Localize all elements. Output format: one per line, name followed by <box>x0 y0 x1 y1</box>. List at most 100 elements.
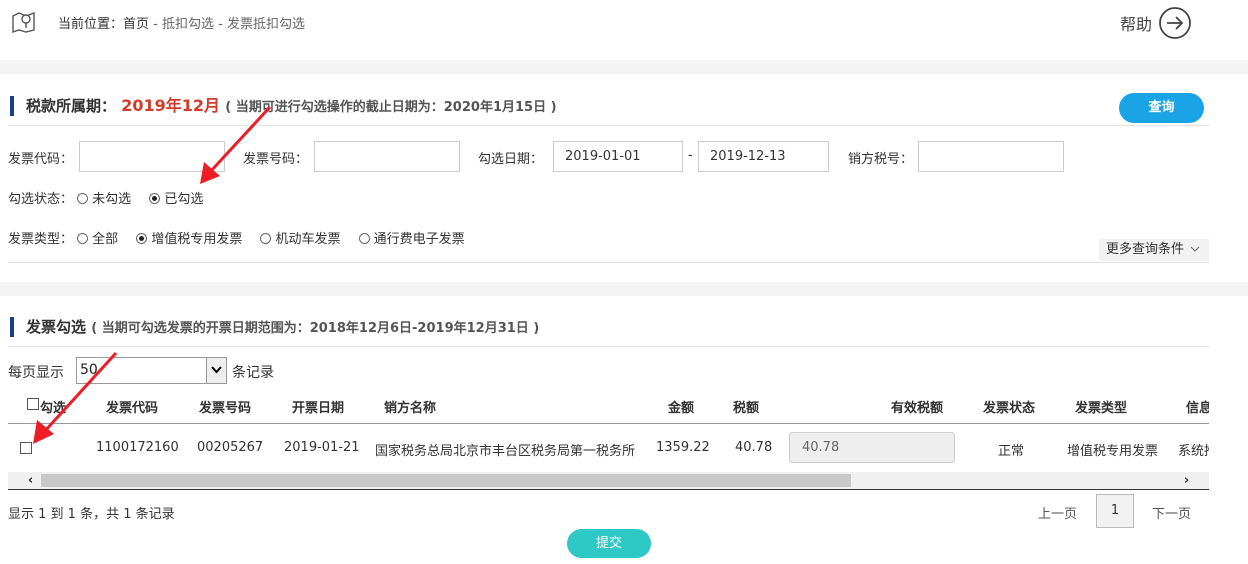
type-option-all[interactable]: 全部 <box>77 228 118 247</box>
column-header-tax: 税额 <box>733 401 760 416</box>
cell-invoice-code: 1100172160 <box>96 440 179 455</box>
next-page-button[interactable]: 下一页 <box>1152 503 1191 522</box>
invoice-type-row: 发票类型： 全部 增值税专用发票 机动车发票 通行费电子发票 <box>8 228 479 247</box>
section-gap <box>0 282 1248 296</box>
radio-icon <box>77 233 89 244</box>
select-all-checkbox[interactable] <box>27 398 39 410</box>
select-date-label: 勾选日期： <box>478 152 544 167</box>
records-summary: 显示 1 到 1 条，共 1 条记录 <box>8 507 175 522</box>
more-conditions-label: 更多查询条件 <box>1106 242 1185 257</box>
breadcrumb-prefix: 当前位置： <box>58 17 124 32</box>
breadcrumb-separator: - <box>149 17 162 32</box>
cell-invoice-type: 增值税专用发票 <box>1067 444 1159 459</box>
column-header-seller-name: 销方名称 <box>384 401 437 416</box>
type-option-vat-special[interactable]: 增值税专用发票 <box>136 228 242 247</box>
radio-icon <box>77 193 89 204</box>
status-option-unselected[interactable]: 未勾选 <box>77 188 131 207</box>
chevron-down-icon <box>211 366 222 374</box>
breadcrumb-current: 发票抵扣勾选 <box>226 17 305 32</box>
column-header-amount: 金额 <box>668 401 695 416</box>
horizontal-scrollbar[interactable]: ‹ › <box>8 472 1209 489</box>
select-status-label: 勾选状态： <box>8 192 74 207</box>
row-checkbox[interactable] <box>20 442 32 454</box>
table-bottom-border <box>8 489 1209 490</box>
status-option-selected[interactable]: 已勾选 <box>149 188 203 207</box>
scrollbar-thumb[interactable] <box>41 474 851 487</box>
page-size-suffix: 条记录 <box>232 365 274 381</box>
date-range-separator: - <box>688 148 693 163</box>
column-header-invoice-code: 发票代码 <box>106 401 159 416</box>
date-from-input[interactable]: 2019-01-01 <box>553 141 683 172</box>
invoice-code-input[interactable] <box>79 141 225 172</box>
column-header-issue-date: 开票日期 <box>292 401 345 416</box>
radio-label: 全部 <box>92 232 119 247</box>
breadcrumb-separator: - <box>214 17 227 32</box>
cell-seller-name: 国家税务总局北京市丰台区税务局第一税务所 <box>375 444 636 459</box>
breadcrumb-home[interactable]: 首页 <box>123 17 149 32</box>
radio-label: 已勾选 <box>164 192 204 207</box>
divider <box>8 262 1209 263</box>
column-header-invoice-number: 发票号码 <box>199 401 252 416</box>
submit-button[interactable]: 提交 <box>567 529 651 558</box>
column-header-select: 勾选 <box>40 401 67 416</box>
top-bar: 当前位置：首页 - 抵扣勾选 - 发票抵扣勾选 帮助 <box>0 0 1248 60</box>
cell-issue-date: 2019-01-21 <box>284 440 360 455</box>
help-link[interactable]: 帮助 <box>1120 6 1192 40</box>
page-size-value: 50 <box>80 362 98 378</box>
invoice-code-label: 发票代码： <box>8 152 74 167</box>
radio-checked-icon <box>136 233 148 244</box>
seller-tax-number-input[interactable] <box>918 141 1064 172</box>
seller-tax-number-label: 销方税号： <box>848 152 914 167</box>
radio-label: 机动车发票 <box>275 232 341 247</box>
map-pin-icon <box>12 11 35 33</box>
radio-icon <box>358 233 370 244</box>
radio-label: 未勾选 <box>92 192 132 207</box>
type-option-motor-vehicle[interactable]: 机动车发票 <box>260 228 340 247</box>
list-section-title: 发票勾选 ( 当期可勾选发票的开票日期范围为：2018年12月6日-2019年1… <box>10 317 539 337</box>
query-button[interactable]: 查询 <box>1119 93 1204 123</box>
prev-page-button[interactable]: 上一页 <box>1038 503 1077 522</box>
type-option-toll-einvoice[interactable]: 通行费电子发票 <box>358 228 465 247</box>
filter-section-title: 税款所属期： 2019年12月 ( 当期可进行勾选操作的截止日期为：2020年1… <box>10 96 557 116</box>
radio-label: 通行费电子发票 <box>373 232 465 247</box>
page-size-prefix: 每页显示 <box>8 365 64 381</box>
current-page-button[interactable]: 1 <box>1096 494 1134 528</box>
tax-period: 2019年12月 <box>121 96 221 115</box>
dropdown-arrow[interactable] <box>206 358 226 383</box>
divider <box>8 125 1209 126</box>
page-size-select[interactable]: 50 <box>76 357 227 384</box>
breadcrumb-level1[interactable]: 抵扣勾选 <box>162 17 214 32</box>
cell-info: 系统推 <box>1178 444 1209 459</box>
divider <box>8 346 1209 347</box>
table-header-divider <box>8 423 1209 424</box>
radio-icon <box>260 233 272 244</box>
help-label: 帮助 <box>1120 15 1153 34</box>
scroll-right-icon[interactable]: › <box>1178 472 1195 489</box>
cell-tax: 40.78 <box>735 440 773 455</box>
section-gap <box>0 60 1248 74</box>
deadline-note: ( 当期可进行勾选操作的截止日期为：2020年1月15日 ) <box>225 100 557 115</box>
column-header-effective-tax: 有效税额 <box>891 401 944 416</box>
range-note: ( 当期可勾选发票的开票日期范围为：2018年12月6日-2019年12月31日… <box>91 321 540 336</box>
list-title: 发票勾选 <box>26 318 87 336</box>
scroll-left-icon[interactable]: ‹ <box>22 472 39 489</box>
period-label: 税款所属期： <box>26 97 117 115</box>
column-header-invoice-status: 发票状态 <box>983 401 1036 416</box>
select-status-row: 勾选状态： 未勾选 已勾选 <box>8 188 217 207</box>
effective-tax-input[interactable]: 40.78 <box>789 432 955 463</box>
radio-checked-icon <box>149 193 161 204</box>
cell-invoice-number: 00205267 <box>197 440 264 455</box>
invoice-number-label: 发票号码： <box>243 152 309 167</box>
more-conditions-toggle[interactable]: 更多查询条件 <box>1099 239 1209 261</box>
cell-invoice-status: 正常 <box>998 444 1025 459</box>
breadcrumb: 当前位置：首页 - 抵扣勾选 - 发票抵扣勾选 <box>58 13 305 32</box>
invoice-number-input[interactable] <box>314 141 460 172</box>
column-header-invoice-type: 发票类型 <box>1075 401 1128 416</box>
arrow-right-circle-icon <box>1159 7 1191 39</box>
date-to-input[interactable]: 2019-12-13 <box>698 141 829 172</box>
chevron-down-icon <box>1190 246 1200 252</box>
invoice-type-label: 发票类型： <box>8 232 74 247</box>
column-header-info: 信息 <box>1186 401 1209 416</box>
radio-label: 增值税专用发票 <box>151 232 243 247</box>
cell-amount: 1359.22 <box>656 440 710 455</box>
